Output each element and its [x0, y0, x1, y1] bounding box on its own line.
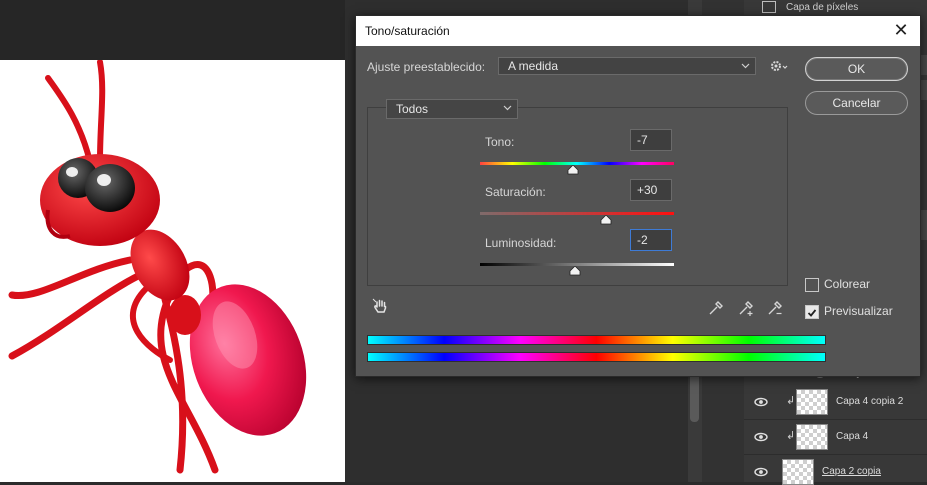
adjustment-group — [367, 107, 788, 286]
dialog-title: Tono/saturación — [365, 24, 450, 38]
channel-value: Todos — [396, 102, 429, 116]
ok-button[interactable]: OK — [805, 57, 908, 81]
document-tab-area — [0, 0, 345, 60]
preview-checkbox[interactable] — [805, 305, 819, 319]
eyedropper-plus-icon[interactable] — [737, 299, 755, 317]
checkmark-icon — [807, 309, 817, 317]
hue-input[interactable]: -7 — [630, 129, 672, 151]
layer-row[interactable]: ↲ Capa 4 — [744, 420, 927, 455]
saturation-value: +30 — [637, 183, 658, 197]
eye-icon[interactable] — [754, 430, 768, 444]
channel-dropdown[interactable]: Todos — [386, 99, 518, 119]
clip-arrow-icon: ↲ — [786, 430, 796, 442]
layer-name[interactable]: Capa 4 copia 2 — [836, 396, 903, 407]
saturation-input[interactable]: +30 — [630, 179, 672, 201]
layer-row[interactable]: ↲ Capa 4 copia 2 — [744, 385, 927, 420]
lightness-input[interactable]: -2 — [630, 229, 672, 251]
output-color-spectrum[interactable] — [367, 352, 826, 362]
chevron-down-icon — [741, 63, 750, 69]
eye-icon[interactable] — [754, 465, 768, 479]
input-color-spectrum — [367, 335, 826, 345]
colorize-label[interactable]: Colorear — [824, 277, 870, 291]
lightness-label: Luminosidad: — [485, 236, 557, 250]
layer-thumbnail — [796, 389, 828, 415]
chevron-down-icon — [503, 105, 512, 111]
layer-row[interactable]: Capa 2 copia — [744, 455, 927, 485]
hue-label: Tono: — [485, 135, 515, 149]
lightness-value: -2 — [637, 233, 648, 247]
eyedropper-icon[interactable] — [707, 299, 725, 317]
hue-value: -7 — [637, 133, 648, 147]
hand-tool-icon[interactable] — [372, 298, 390, 316]
layer-name[interactable]: Capa 4 — [836, 431, 868, 442]
pixel-layer-label: Capa de píxeles — [786, 2, 859, 13]
eyedropper-minus-icon[interactable] — [766, 299, 784, 317]
saturation-label: Saturación: — [485, 185, 546, 199]
close-button[interactable]: ✕ — [890, 19, 912, 41]
ant-illustration — [8, 60, 307, 474]
hue-saturation-dialog: Tono/saturación ✕ Ajuste preestablecido:… — [355, 15, 921, 377]
saturation-slider-track[interactable] — [480, 212, 674, 215]
saturation-slider-knob[interactable] — [600, 215, 612, 225]
layers-scrollbar-thumb[interactable] — [690, 370, 699, 422]
preset-label: Ajuste preestablecido: — [367, 60, 486, 74]
layer-thumbnail — [782, 459, 814, 485]
preset-value: A medida — [508, 59, 559, 73]
lightness-slider-knob[interactable] — [569, 266, 581, 276]
clip-arrow-icon: ↲ — [786, 395, 796, 407]
preset-dropdown[interactable]: A medida — [498, 57, 756, 75]
layer-thumbnail — [796, 424, 828, 450]
layer-filter-row[interactable]: Capa de píxeles — [744, 0, 927, 16]
pixel-layer-icon — [762, 1, 776, 13]
eye-icon[interactable] — [754, 395, 768, 409]
cancel-button[interactable]: Cancelar — [805, 91, 908, 115]
document-canvas[interactable] — [0, 60, 345, 482]
layer-name[interactable]: Capa 2 copia — [822, 466, 881, 477]
preview-label[interactable]: Previsualizar — [824, 304, 893, 318]
gear-icon[interactable] — [770, 59, 788, 73]
colorize-checkbox[interactable] — [805, 278, 819, 292]
hue-slider-knob[interactable] — [567, 165, 579, 175]
dialog-titlebar[interactable]: Tono/saturación ✕ — [356, 16, 920, 46]
